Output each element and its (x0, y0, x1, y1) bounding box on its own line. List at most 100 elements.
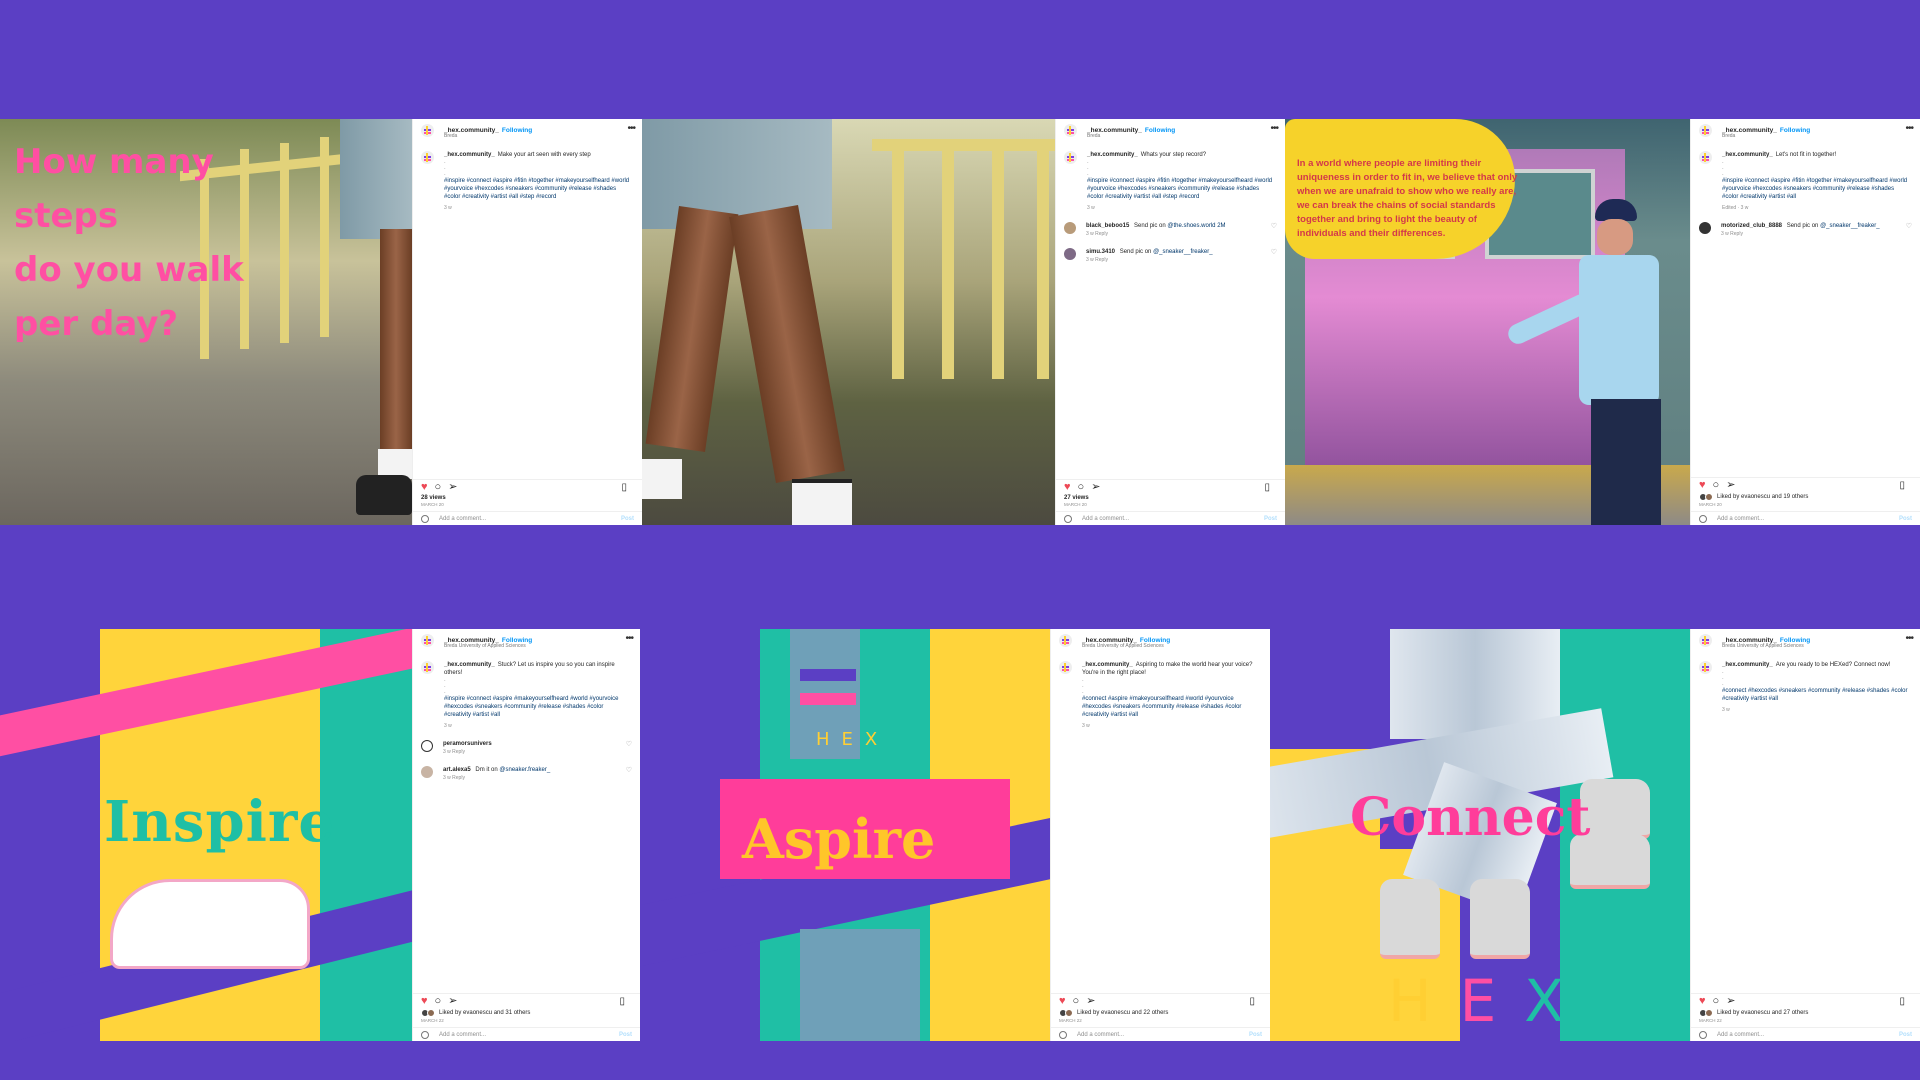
comment-meta[interactable]: 3 w Reply (1721, 230, 1902, 238)
hex-logo-avatar[interactable] (1059, 661, 1072, 674)
heart-icon[interactable]: ♥ (1064, 482, 1071, 493)
bookmark-icon[interactable]: ▯ (1249, 996, 1255, 1007)
bookmark-icon[interactable]: ▯ (619, 996, 625, 1007)
post-image-connect[interactable]: Connect HEX (1270, 629, 1690, 1041)
likes-text[interactable]: Liked by evaonescu and 31 others (439, 1010, 530, 1016)
comment-icon[interactable]: ○ (1713, 996, 1720, 1007)
share-icon[interactable]: ➢ (1726, 996, 1735, 1007)
heart-icon[interactable]: ♥ (1059, 996, 1066, 1007)
location-link[interactable]: Breda University of Applied Sciences (1082, 643, 1164, 649)
comment-icon[interactable]: ○ (435, 482, 442, 493)
hex-logo-avatar[interactable] (1064, 123, 1077, 137)
bookmark-icon[interactable]: ▯ (1264, 482, 1270, 493)
hashtags[interactable]: #inspire #connect #aspire #fitin #togeth… (1722, 177, 1912, 201)
heart-icon[interactable]: ♥ (1699, 996, 1706, 1007)
location-link[interactable]: Breda (444, 133, 457, 139)
comment-like-icon[interactable]: ♡ (626, 740, 632, 756)
more-options-icon[interactable]: ••• (1270, 123, 1278, 134)
more-options-icon[interactable]: ••• (627, 123, 635, 134)
location-link[interactable]: Breda University of Applied Sciences (1722, 643, 1804, 649)
emoji-icon[interactable] (1699, 1030, 1707, 1039)
share-icon[interactable]: ➢ (1726, 480, 1735, 491)
comment-mention[interactable]: @_sneaker__freaker_ (1153, 249, 1212, 255)
add-comment-input[interactable]: Add a comment... (1082, 516, 1129, 522)
post-comment-button[interactable]: Post (1899, 1032, 1912, 1038)
add-comment-input[interactable]: Add a comment... (1717, 516, 1764, 522)
hex-logo-avatar[interactable] (421, 151, 434, 164)
commenter-username[interactable]: black_beboo15 (1086, 223, 1129, 229)
hashtags[interactable]: #connect #aspire #makeyourselfheard #wor… (1082, 695, 1262, 719)
likes-row[interactable]: Liked by evaonescu and 22 others (1051, 1009, 1270, 1017)
comment-icon[interactable]: ○ (435, 996, 442, 1007)
commenter-username[interactable]: simu.3410 (1086, 249, 1115, 255)
comment-like-icon[interactable]: ♡ (626, 766, 632, 782)
caption-username[interactable]: _hex.community_ (1082, 662, 1133, 668)
following-button[interactable]: Following (502, 127, 532, 134)
comment-icon[interactable]: ○ (1078, 482, 1085, 493)
caption-username[interactable]: _hex.community_ (1087, 152, 1138, 158)
likes-row[interactable]: Liked by evaonescu and 27 others (1691, 1009, 1920, 1017)
commenter-avatar[interactable] (1064, 248, 1076, 260)
add-comment-input[interactable]: Add a comment... (439, 516, 486, 522)
comment-mention[interactable]: @sneaker.freaker_ (499, 767, 550, 773)
hashtags[interactable]: #connect #hexcodes #sneakers #community … (1722, 687, 1912, 703)
share-icon[interactable]: ➢ (448, 996, 457, 1007)
emoji-icon[interactable] (1064, 514, 1072, 523)
comment-like-icon[interactable]: ♡ (1271, 222, 1277, 238)
more-options-icon[interactable]: ••• (625, 633, 633, 644)
bookmark-icon[interactable]: ▯ (1899, 996, 1905, 1007)
heart-icon[interactable]: ♥ (1699, 480, 1706, 491)
location-link[interactable]: Breda (1087, 133, 1100, 139)
post-comment-button[interactable]: Post (1264, 516, 1277, 522)
post-comment-button[interactable]: Post (1899, 516, 1912, 522)
hex-logo-avatar[interactable] (1064, 151, 1077, 164)
post-comment-button[interactable]: Post (619, 1032, 632, 1038)
add-comment-input[interactable]: Add a comment... (1717, 1032, 1764, 1038)
likes-row[interactable]: Liked by evaonescu and 19 others (1691, 493, 1920, 501)
post-image-graffiti-train[interactable]: In a world where people are limiting the… (1285, 119, 1690, 525)
bookmark-icon[interactable]: ▯ (1899, 480, 1905, 491)
comment-meta[interactable]: 3 w Reply (443, 748, 622, 756)
following-button[interactable]: Following (1145, 127, 1175, 134)
hashtags[interactable]: #inspire #connect #aspire #fitin #togeth… (444, 177, 634, 201)
comment-meta[interactable]: 3 w Reply (1086, 256, 1267, 264)
comment-mention[interactable]: @the.shoes.world 2M (1167, 223, 1225, 229)
comment-meta[interactable]: 3 w Reply (1086, 230, 1267, 238)
commenter-username[interactable]: art.alexa5 (443, 767, 471, 773)
commenter-avatar[interactable] (421, 740, 433, 752)
post-image-inspire[interactable]: Inspire (0, 629, 412, 1041)
hashtags[interactable]: #inspire #connect #aspire #makeyourselfh… (444, 695, 632, 719)
share-icon[interactable]: ➢ (1086, 996, 1095, 1007)
caption-username[interactable]: _hex.community_ (444, 152, 495, 158)
hex-logo-avatar[interactable] (1699, 661, 1712, 674)
emoji-icon[interactable] (1699, 514, 1707, 523)
comment-like-icon[interactable]: ♡ (1271, 248, 1277, 264)
hex-logo-avatar[interactable] (421, 123, 434, 137)
likes-row[interactable]: Liked by evaonescu and 31 others (413, 1009, 640, 1017)
share-icon[interactable]: ➢ (448, 482, 457, 493)
caption-username[interactable]: _hex.community_ (1722, 662, 1773, 668)
comment-icon[interactable]: ○ (1073, 996, 1080, 1007)
post-comment-button[interactable]: Post (621, 516, 634, 522)
location-link[interactable]: Breda (1722, 133, 1735, 139)
hex-logo-avatar[interactable] (1699, 123, 1712, 137)
hex-logo-avatar[interactable] (1059, 633, 1072, 647)
hex-logo-avatar[interactable] (421, 633, 434, 647)
post-image-aspire[interactable]: HEX Aspire (640, 629, 1050, 1041)
share-icon[interactable]: ➢ (1091, 482, 1100, 493)
commenter-avatar[interactable] (1699, 222, 1711, 234)
post-image-steps-question[interactable]: How many steps do you walk per day? (0, 119, 412, 525)
commenter-username[interactable]: motorized_club_8888 (1721, 223, 1782, 229)
likes-text[interactable]: Liked by evaonescu and 22 others (1077, 1010, 1168, 1016)
post-image-walking-legs[interactable] (642, 119, 1055, 525)
more-options-icon[interactable]: ••• (1905, 633, 1913, 644)
more-options-icon[interactable]: ••• (1905, 123, 1913, 134)
heart-icon[interactable]: ♥ (421, 996, 428, 1007)
bookmark-icon[interactable]: ▯ (621, 482, 627, 493)
caption-username[interactable]: _hex.community_ (444, 662, 495, 668)
likes-text[interactable]: Liked by evaonescu and 27 others (1717, 1010, 1808, 1016)
hex-logo-avatar[interactable] (421, 661, 434, 674)
post-comment-button[interactable]: Post (1249, 1032, 1262, 1038)
comment-icon[interactable]: ○ (1713, 480, 1720, 491)
comment-like-icon[interactable]: ♡ (1906, 222, 1912, 238)
